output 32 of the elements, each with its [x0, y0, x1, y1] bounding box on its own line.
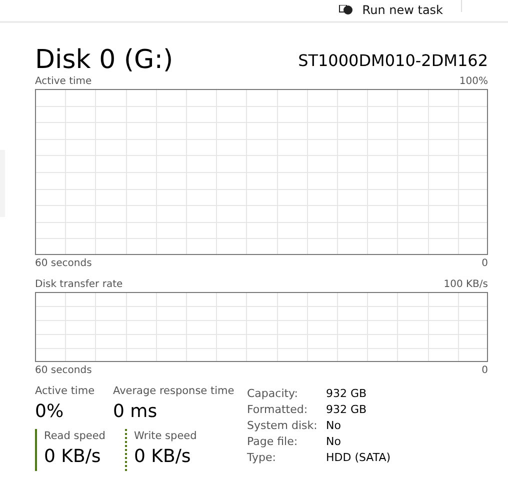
- speed-label: Read speed: [44, 430, 106, 442]
- property-label: Type:: [247, 451, 277, 464]
- stat-label: Active time: [35, 385, 96, 397]
- stat-value: 0%: [35, 401, 65, 422]
- time-span-label: 60 seconds: [35, 365, 92, 376]
- property-label: Page file:: [247, 435, 299, 448]
- time-span-label: 60 seconds: [35, 258, 92, 269]
- chart-max: 100%: [459, 76, 488, 87]
- property-label: Formatted:: [247, 403, 309, 416]
- legend-line: [125, 429, 127, 471]
- property-label: System disk:: [247, 419, 318, 432]
- chart-min: 0: [482, 258, 488, 269]
- property-value: 932 GB: [326, 403, 368, 416]
- chart-min: 0: [482, 365, 488, 376]
- chart-label: Active time: [35, 76, 92, 87]
- property-value: No: [326, 419, 342, 432]
- stat-label: Average response time: [113, 385, 234, 397]
- speed-label: Write speed: [134, 430, 197, 442]
- run-task-icon: [339, 5, 354, 15]
- run-new-task-button[interactable]: Run new task: [339, 1, 461, 19]
- property-value: No: [326, 435, 342, 448]
- chart-max: 100 KB/s: [444, 279, 488, 290]
- property-value: HDD (SATA): [326, 451, 391, 464]
- disk-model: ST1000DM010-2DM162: [298, 51, 488, 72]
- chart-label: Disk transfer rate: [35, 279, 123, 290]
- legend-line: [35, 429, 37, 471]
- property-label: Capacity:: [247, 387, 299, 400]
- property-value: 932 GB: [326, 387, 368, 400]
- speed-value: 0 KB/s: [134, 446, 192, 467]
- stat-value: 0 ms: [113, 401, 158, 422]
- speed-value: 0 KB/s: [44, 446, 102, 467]
- disk-title: Disk 0 (G:): [35, 45, 174, 75]
